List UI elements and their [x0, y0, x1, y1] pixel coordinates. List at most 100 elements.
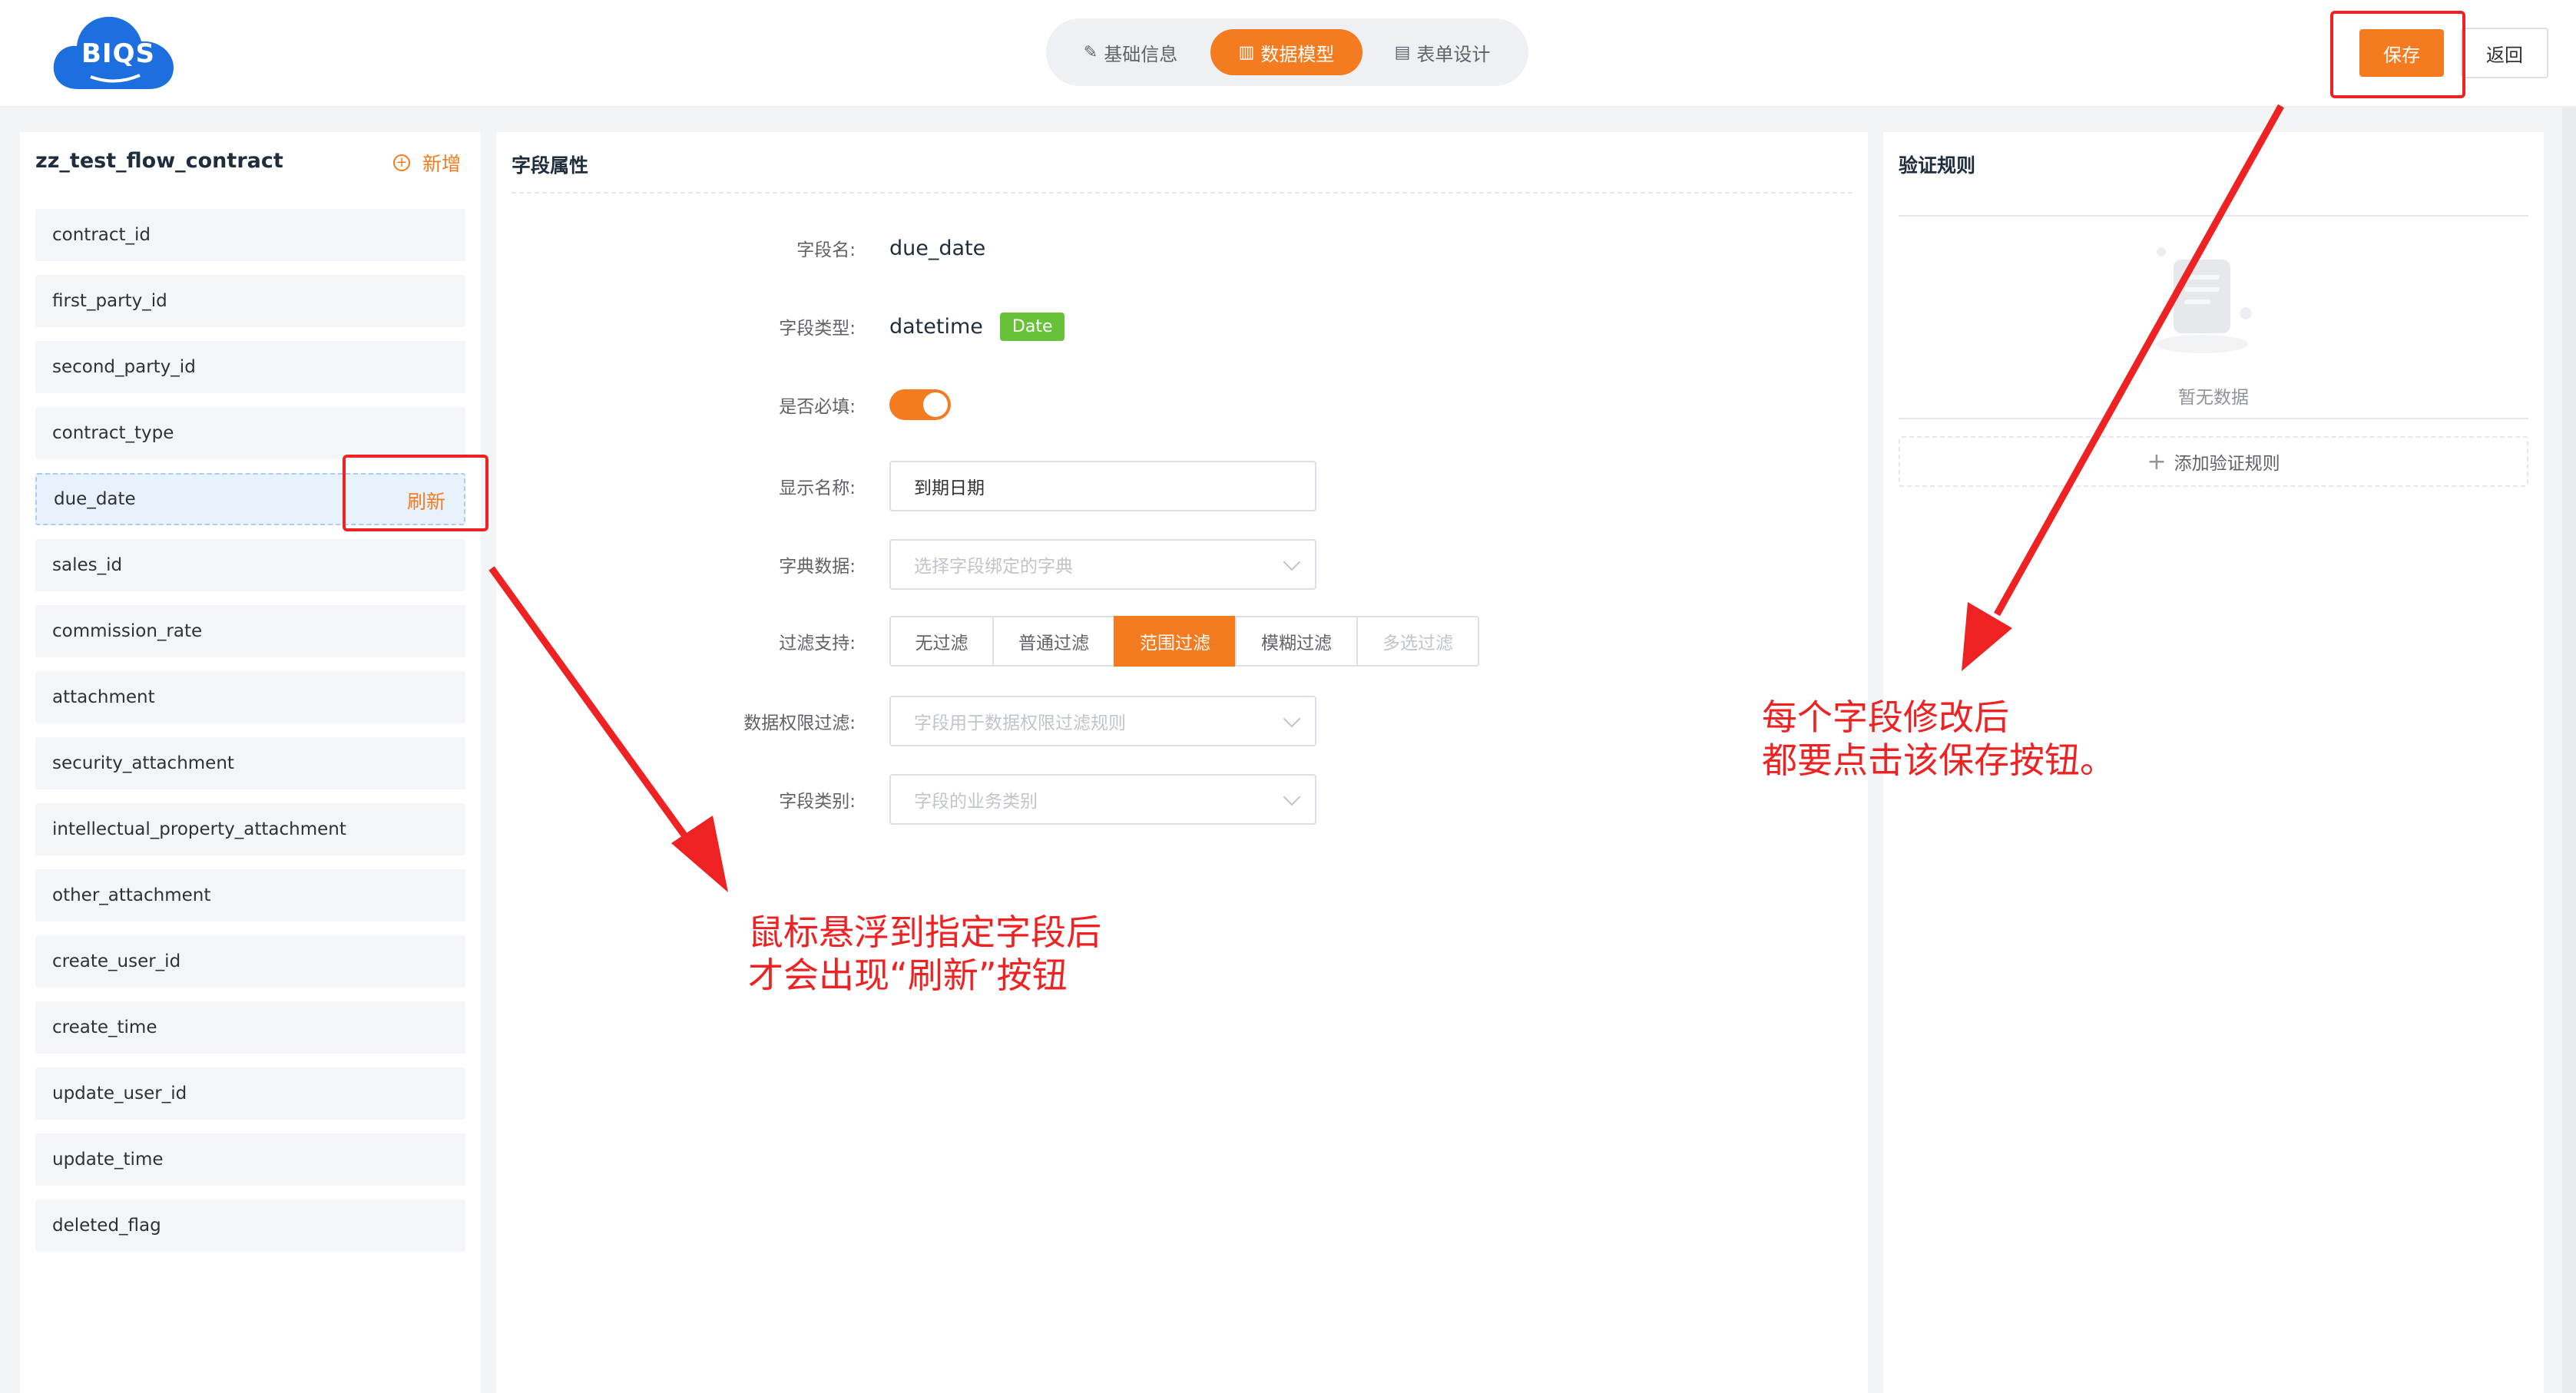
- filter-segment: 无过滤 普通过滤 范围过滤 模糊过滤 多选过滤: [889, 616, 1479, 667]
- field-list-item-label: first_party_id: [52, 291, 167, 311]
- field-list-item[interactable]: first_party_id: [35, 275, 465, 327]
- filter-label: 过滤支持:: [779, 634, 856, 653]
- field-type-text: datetime: [889, 314, 983, 339]
- divider: [1899, 418, 2528, 419]
- field-list-panel: zz_test_flow_contract + 新增 contract_idfi…: [20, 132, 481, 1393]
- field-list-item-label: other_attachment: [52, 885, 211, 905]
- filter-normal[interactable]: 普通过滤: [992, 616, 1115, 667]
- field-list-item[interactable]: second_party_id: [35, 341, 465, 393]
- empty-text: 暂无数据: [2178, 388, 2249, 408]
- filter-multi[interactable]: 多选过滤: [1356, 616, 1479, 667]
- field-list-item[interactable]: update_user_id: [35, 1067, 465, 1120]
- back-button[interactable]: 返回: [2461, 28, 2548, 78]
- refresh-note-line1: 鼠标悬浮到指定字段后: [748, 912, 1101, 953]
- tab-label: 基础信息: [1104, 43, 1178, 65]
- save-note-line2: 都要点击该保存按钮。: [1762, 740, 2115, 781]
- logo-text: BIQS: [81, 38, 155, 69]
- field-list-item[interactable]: contract_id: [35, 209, 465, 261]
- field-list-item-label: create_time: [52, 1017, 157, 1037]
- category-placeholder: 字段的业务类别: [914, 792, 1038, 812]
- field-list-item[interactable]: create_time: [35, 1001, 465, 1054]
- field-list-item-label: security_attachment: [52, 753, 234, 773]
- perm-placeholder: 字段用于数据权限过滤规则: [914, 713, 1126, 733]
- add-field-label: 新增: [422, 153, 462, 175]
- empty-document-icon: [2156, 247, 2252, 353]
- dict-row: 字典数据: 选择字段绑定的字典: [496, 539, 1868, 590]
- tab-label: 表单设计: [1416, 43, 1491, 65]
- filter-none[interactable]: 无过滤: [889, 616, 994, 667]
- field-list-item-label: contract_id: [52, 225, 151, 245]
- field-list-item-label: update_time: [52, 1150, 164, 1170]
- perm-row: 数据权限过滤: 字段用于数据权限过滤规则: [496, 696, 1868, 746]
- required-value: [889, 379, 951, 430]
- add-field-button[interactable]: + 新增: [393, 149, 461, 177]
- save-note: 每个字段修改后 都要点击该保存按钮。: [1762, 696, 2115, 782]
- field-list-item-label: due_date: [54, 489, 136, 509]
- plus-circle-icon: +: [393, 154, 410, 171]
- category-label: 字段类别:: [779, 792, 856, 812]
- field-list-item[interactable]: contract_type: [35, 407, 465, 459]
- dict-select[interactable]: 选择字段绑定的字典: [889, 539, 1316, 590]
- chevron-down-icon: [1283, 553, 1301, 571]
- field-list-item[interactable]: security_attachment: [35, 737, 465, 789]
- display-name-label: 显示名称:: [779, 478, 856, 498]
- perm-label: 数据权限过滤:: [743, 713, 856, 733]
- filter-range[interactable]: 范围过滤: [1114, 616, 1237, 667]
- field-type-row: 字段类型: datetime Date: [496, 301, 1868, 352]
- refresh-note: 鼠标悬浮到指定字段后 才会出现“刷新”按钮: [748, 911, 1101, 997]
- form-icon: ▤: [1394, 42, 1411, 62]
- field-list-item-label: commission_rate: [52, 621, 203, 641]
- field-list: contract_id first_party_id second_party_id…: [35, 209, 465, 1266]
- bar-chart-icon: ▥: [1238, 42, 1255, 62]
- field-list-item[interactable]: sales_id: [35, 539, 465, 591]
- field-name-label: 字段名:: [796, 240, 856, 260]
- refresh-highlight-box: [343, 455, 488, 531]
- field-list-item-label: attachment: [52, 687, 155, 707]
- category-row: 字段类别: 字段的业务类别: [496, 774, 1868, 825]
- table-name: zz_test_flow_contract: [35, 149, 283, 173]
- field-list-item[interactable]: create_user_id: [35, 935, 465, 988]
- field-list-item[interactable]: update_time: [35, 1133, 465, 1186]
- refresh-note-line2: 才会出现“刷新”按钮: [748, 955, 1068, 996]
- field-name-value: due_date: [889, 236, 986, 260]
- save-highlight-box: [2330, 11, 2465, 98]
- required-row: 是否必填:: [496, 379, 1868, 430]
- plus-icon: +: [2147, 448, 2167, 475]
- tab-basic-info[interactable]: ✎ 基础信息: [1068, 29, 1194, 75]
- field-list-item[interactable]: commission_rate: [35, 605, 465, 657]
- field-list-item-label: update_user_id: [52, 1084, 187, 1103]
- field-list-item[interactable]: other_attachment: [35, 869, 465, 921]
- display-name-input[interactable]: 到期日期: [889, 461, 1316, 511]
- filter-fuzzy[interactable]: 模糊过滤: [1235, 616, 1358, 667]
- field-list-item[interactable]: deleted_flag: [35, 1199, 465, 1252]
- chevron-down-icon: [1283, 710, 1301, 728]
- perm-select[interactable]: 字段用于数据权限过滤规则: [889, 696, 1316, 746]
- chevron-down-icon: [1283, 788, 1301, 806]
- required-label: 是否必填:: [779, 397, 856, 417]
- tab-form-design[interactable]: ▤ 表单设计: [1378, 29, 1507, 75]
- field-list-item-label: intellectual_property_attachment: [52, 819, 346, 839]
- field-properties-panel: 字段属性 字段名: due_date 字段类型: datetime Date 是…: [496, 132, 1868, 1393]
- tab-data-model[interactable]: ▥ 数据模型: [1210, 29, 1362, 75]
- field-list-item-label: create_user_id: [52, 951, 181, 971]
- page-scrollbar[interactable]: [2562, 108, 2576, 1393]
- field-list-item-label: sales_id: [52, 555, 123, 575]
- field-list-item[interactable]: attachment: [35, 671, 465, 723]
- field-list-item[interactable]: intellectual_property_attachment: [35, 803, 465, 855]
- app-logo[interactable]: BIQS: [51, 9, 177, 97]
- dict-label: 字典数据:: [779, 557, 856, 577]
- field-type-value: datetime Date: [889, 301, 1065, 352]
- add-rule-button[interactable]: + 添加验证规则: [1899, 436, 2528, 487]
- add-rule-label: 添加验证规则: [2174, 454, 2280, 474]
- field-list-item-label: contract_type: [52, 423, 174, 443]
- top-bar: BIQS ✎ 基础信息 ▥ 数据模型 ▤ 表单设计 保存 返回: [0, 0, 2576, 108]
- required-toggle[interactable]: [889, 389, 951, 420]
- field-type-label: 字段类型:: [779, 319, 856, 339]
- tab-label: 数据模型: [1260, 43, 1335, 65]
- divider: [512, 192, 1853, 194]
- field-list-item-label: deleted_flag: [52, 1216, 161, 1236]
- save-note-line1: 每个字段修改后: [1762, 696, 2009, 738]
- divider: [1899, 215, 2528, 217]
- category-select[interactable]: 字段的业务类别: [889, 774, 1316, 825]
- filter-row: 过滤支持: 无过滤 普通过滤 范围过滤 模糊过滤 多选过滤: [496, 616, 1868, 667]
